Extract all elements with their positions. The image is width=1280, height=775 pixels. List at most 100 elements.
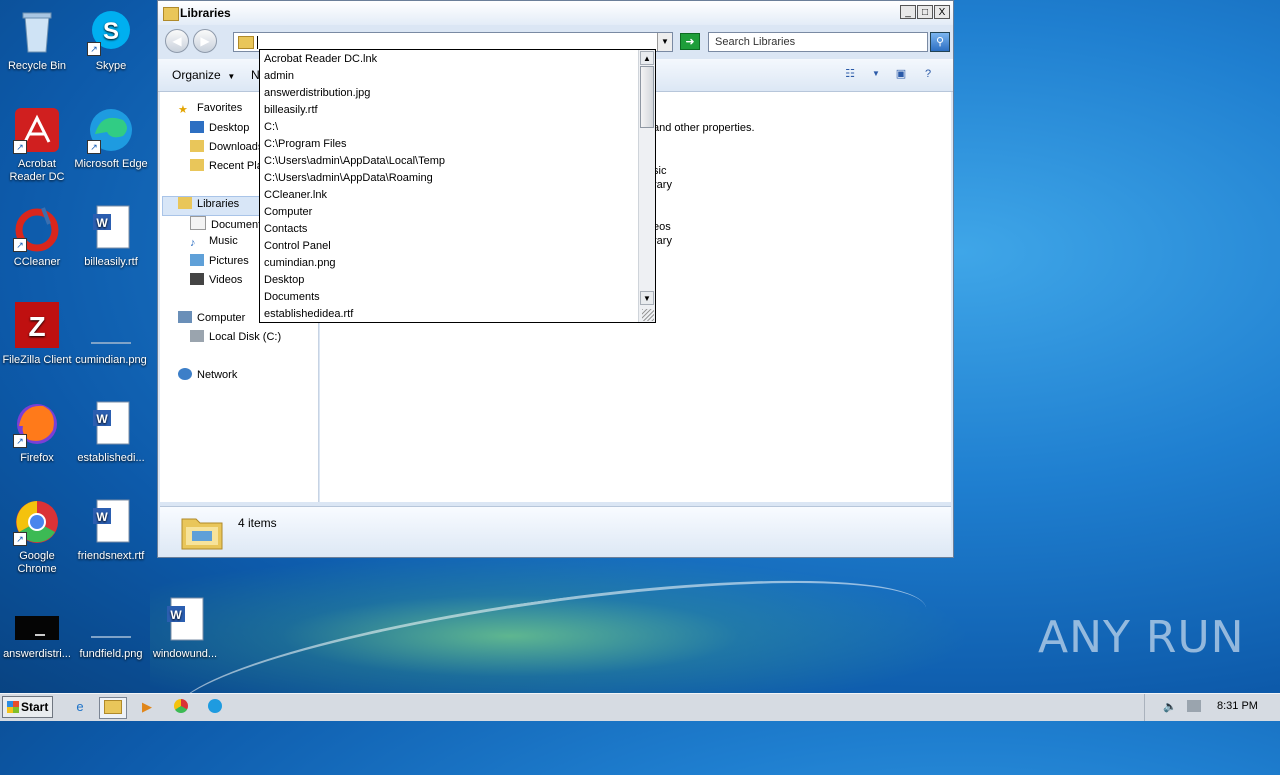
image-file-icon <box>13 596 61 644</box>
nav-network[interactable]: Network <box>178 368 237 386</box>
nav-documents[interactable]: Documents <box>190 216 267 234</box>
nav-label: Downloads <box>209 141 264 153</box>
desktop-icon-label: windowund... <box>152 648 218 660</box>
autocomplete-item[interactable]: admin <box>264 68 294 85</box>
scroll-down-icon[interactable]: ▼ <box>640 291 654 305</box>
desktop-icon-recycle-bin[interactable]: Recycle Bin <box>0 8 74 73</box>
autocomplete-item[interactable]: C:\ <box>264 119 278 136</box>
desktop-icon-edge[interactable]: ↗ Microsoft Edge <box>74 106 148 171</box>
desktop-icon-label: FileZilla Client <box>2 354 72 366</box>
search-placeholder: Search Libraries <box>715 36 796 48</box>
documents-icon <box>190 216 206 230</box>
clock[interactable]: 8:31 PM <box>1217 700 1258 712</box>
nav-label: Pictures <box>209 255 249 267</box>
edge-taskbar-icon[interactable] <box>201 697 229 719</box>
autocomplete-item[interactable]: Computer <box>264 204 312 221</box>
library-folder-icon <box>238 36 254 49</box>
music-icon: ♪ <box>190 237 196 249</box>
go-button[interactable]: ➜ <box>680 33 700 50</box>
nav-favorites[interactable]: ★ Favorites <box>178 102 242 120</box>
desktop-icon-skype[interactable]: S ↗ Skype <box>74 8 148 73</box>
svg-text:W: W <box>170 608 182 622</box>
word-document-icon: W <box>87 400 135 448</box>
details-pane: 4 items <box>160 506 951 557</box>
desktop-icon-label: cumindian.png <box>75 354 147 366</box>
nav-computer[interactable]: Computer <box>178 311 245 329</box>
nav-downloads[interactable]: Downloads <box>190 140 263 158</box>
scrollbar-thumb[interactable] <box>640 66 654 128</box>
windows-logo-icon <box>7 701 19 713</box>
autocomplete-item[interactable]: answerdistribution.jpg <box>264 85 370 102</box>
resize-grip-icon[interactable] <box>642 309 654 321</box>
desktop-icon-windowund[interactable]: W windowund... <box>148 596 222 661</box>
window-titlebar[interactable]: Libraries _ □ X <box>158 1 953 25</box>
autocomplete-item[interactable]: C:\Users\admin\AppData\Local\Temp <box>264 153 445 170</box>
nav-pictures[interactable]: Pictures <box>190 254 249 272</box>
minimize-button[interactable]: _ <box>900 5 916 19</box>
scroll-up-icon[interactable]: ▲ <box>640 51 654 65</box>
autocomplete-item[interactable]: Acrobat Reader DC.lnk <box>264 51 377 68</box>
desktop-icon-filezilla[interactable]: Z FileZilla Client <box>0 302 74 367</box>
desktop-icon-billeasily[interactable]: W billeasily.rtf <box>74 204 148 269</box>
svg-text:Z: Z <box>28 311 45 342</box>
desktop-icon-fundfield[interactable]: fundfield.png <box>74 596 148 661</box>
desktop-icon-cumindian[interactable]: cumindian.png <box>74 302 148 367</box>
start-button[interactable]: Start <box>2 696 53 718</box>
autocomplete-item[interactable]: Contacts <box>264 221 307 238</box>
desktop-icon-ccleaner[interactable]: ↗ CCleaner <box>0 204 74 269</box>
network-icon <box>178 368 192 380</box>
desktop-icon-firefox[interactable]: ↗ Firefox <box>0 400 74 465</box>
preview-pane-icon[interactable]: ▣ <box>893 67 909 81</box>
search-input[interactable]: Search Libraries <box>708 32 928 52</box>
recent-places-icon <box>190 159 204 171</box>
autocomplete-item[interactable]: C:\Program Files <box>264 136 347 153</box>
back-button[interactable]: ◀ <box>165 29 189 53</box>
desktop-icon-acrobat[interactable]: ↗ Acrobat Reader DC <box>0 106 74 184</box>
autocomplete-item[interactable]: establishedidea.rtf <box>264 306 353 322</box>
chrome-taskbar-icon[interactable] <box>167 697 195 719</box>
autocomplete-item[interactable]: billeasily.rtf <box>264 102 318 119</box>
image-file-icon <box>87 302 135 350</box>
nav-music[interactable]: ♪ Music <box>190 235 238 253</box>
computer-icon <box>178 311 192 323</box>
network-tray-icon[interactable] <box>1187 700 1201 712</box>
view-options-icon[interactable]: ☷ <box>842 67 858 81</box>
maximize-button[interactable]: □ <box>917 5 933 19</box>
word-document-icon: W <box>87 498 135 546</box>
explorer-taskbar-icon[interactable] <box>99 697 127 719</box>
item-count: 4 items <box>238 516 277 530</box>
taskbar: Start e ▶ 🔈 8:31 PM <box>0 693 1280 721</box>
address-dropdown-button[interactable]: ▼ <box>657 33 672 51</box>
nav-videos[interactable]: Videos <box>190 273 242 291</box>
desktop-icon-friendsnext[interactable]: W friendsnext.rtf <box>74 498 148 563</box>
internet-explorer-icon[interactable]: e <box>66 697 94 719</box>
media-player-icon[interactable]: ▶ <box>133 697 161 719</box>
autocomplete-item[interactable]: C:\Users\admin\AppData\Roaming <box>264 170 433 187</box>
close-button[interactable]: X <box>934 5 950 19</box>
anyrun-watermark: ANY RUN <box>1038 612 1245 663</box>
desktop-icon-label: friendsnext.rtf <box>77 550 145 562</box>
desktop-icon-establishedidea[interactable]: W establishedi... <box>74 400 148 465</box>
address-autocomplete-list[interactable]: Acrobat Reader DC.lnk admin answerdistri… <box>259 49 656 323</box>
autocomplete-scrollbar[interactable]: ▲ ▼ <box>638 50 655 322</box>
libraries-folder-icon <box>181 518 223 550</box>
nav-local-disk[interactable]: Local Disk (C:) <box>190 330 281 348</box>
help-icon[interactable]: ? <box>920 67 936 81</box>
shortcut-arrow-icon: ↗ <box>13 434 27 448</box>
autocomplete-item[interactable]: CCleaner.lnk <box>264 187 327 204</box>
autocomplete-item[interactable]: Documents <box>264 289 320 306</box>
chevron-down-icon[interactable]: ▼ <box>868 67 884 81</box>
autocomplete-item[interactable]: cumindian.png <box>264 255 336 272</box>
autocomplete-item[interactable]: Desktop <box>264 272 304 289</box>
search-icon[interactable]: ⚲ <box>930 32 950 52</box>
desktop-icon-chrome[interactable]: ↗ Google Chrome <box>0 498 74 576</box>
organize-menu[interactable]: Organize ▼ <box>172 68 235 82</box>
autocomplete-item[interactable]: Control Panel <box>264 238 331 255</box>
desktop-icon-answerdistribution[interactable]: answerdistri... <box>0 596 74 661</box>
forward-button[interactable]: ▶ <box>193 29 217 53</box>
image-file-icon <box>87 596 135 644</box>
volume-icon[interactable]: 🔈 <box>1163 700 1177 713</box>
desktop-icon-label: Acrobat Reader DC <box>9 158 65 183</box>
nav-desktop[interactable]: Desktop <box>190 121 249 139</box>
downloads-icon <box>190 140 204 152</box>
